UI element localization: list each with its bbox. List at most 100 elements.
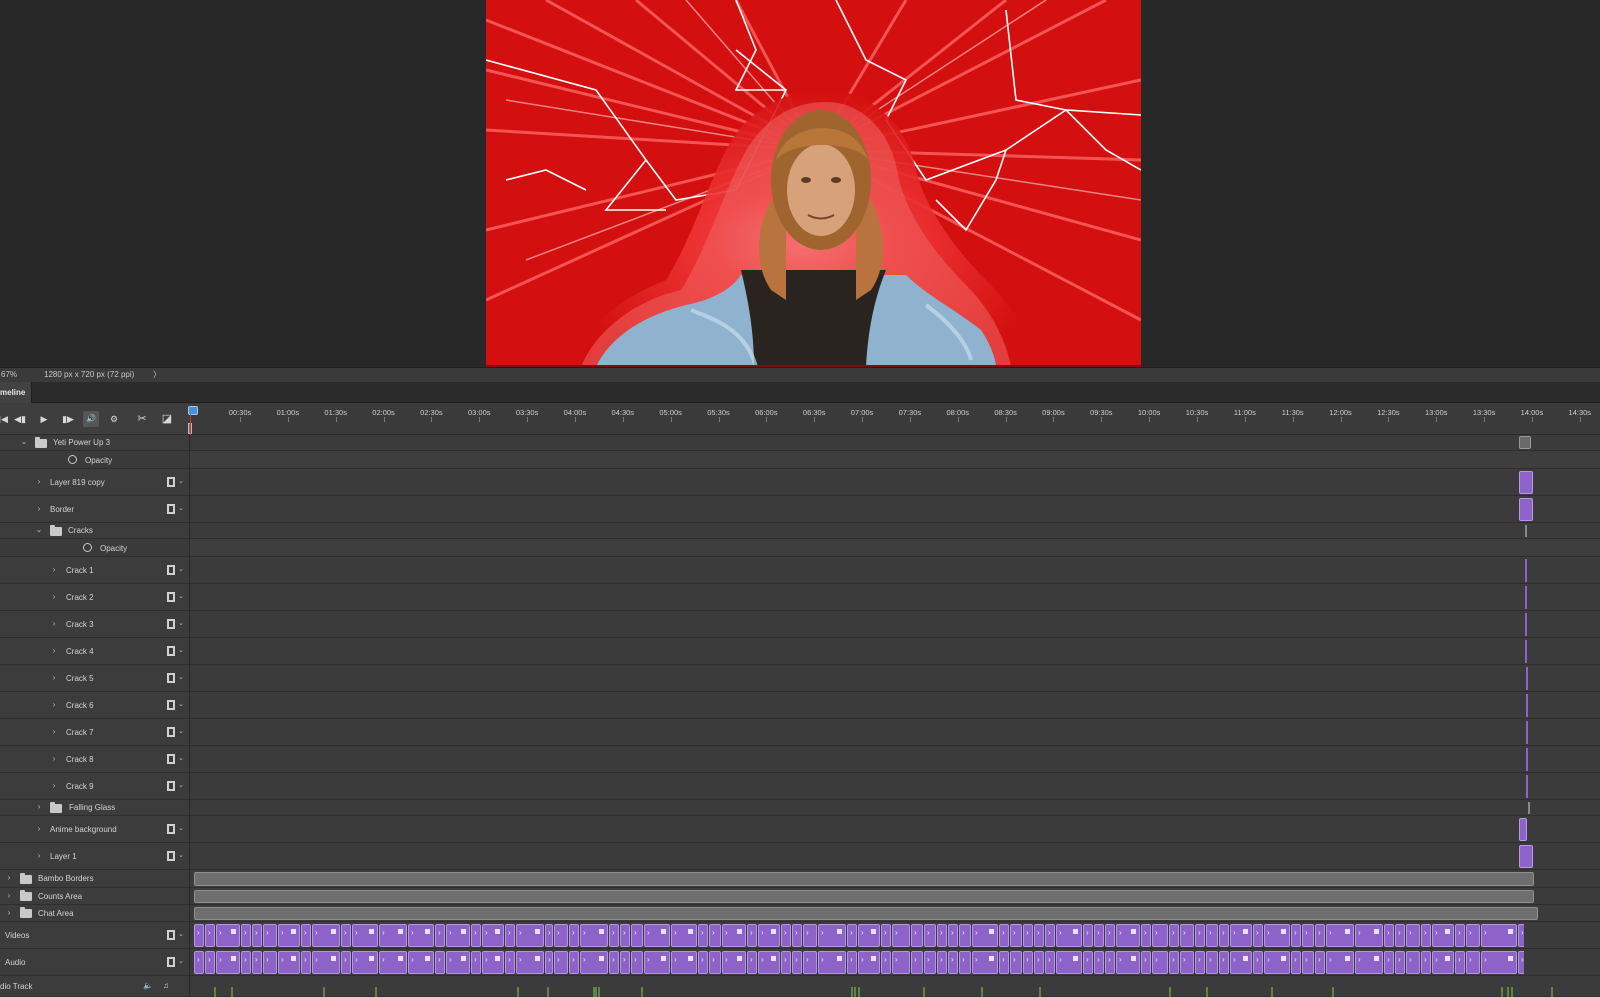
- transition-icon[interactable]: ◪: [159, 411, 175, 427]
- previous-frame-button[interactable]: ◀▮: [12, 411, 28, 427]
- media-clip[interactable]: [1395, 951, 1405, 974]
- media-clip[interactable]: [792, 951, 802, 974]
- media-clip[interactable]: [569, 951, 579, 974]
- media-clip[interactable]: [1253, 951, 1263, 974]
- media-clip[interactable]: [545, 924, 553, 947]
- play-button[interactable]: ▶: [36, 411, 52, 427]
- media-clip[interactable]: [671, 924, 697, 947]
- media-clip[interactable]: [1384, 951, 1394, 974]
- dropdown-chevron-icon[interactable]: ⌄: [178, 646, 184, 654]
- media-clip[interactable]: [1083, 924, 1093, 947]
- media-clip[interactable]: [471, 924, 481, 947]
- dropdown-chevron-icon[interactable]: ⌄: [178, 619, 184, 627]
- media-clip[interactable]: [1169, 924, 1179, 947]
- property-row-opacity[interactable]: Opacity: [0, 539, 1600, 557]
- media-clip[interactable]: [1291, 951, 1301, 974]
- media-clip[interactable]: [858, 951, 880, 974]
- media-clip[interactable]: [948, 924, 958, 947]
- media-clip[interactable]: [1105, 951, 1115, 974]
- media-clip[interactable]: [435, 924, 445, 947]
- media-clip[interactable]: [446, 951, 470, 974]
- media-clip[interactable]: [937, 924, 947, 947]
- property-row-opacity[interactable]: Opacity: [0, 451, 1600, 469]
- expand-chevron-icon[interactable]: ›: [34, 477, 44, 486]
- layer-row-crack-4[interactable]: › Crack 4 ⌄: [0, 638, 1600, 665]
- media-clip[interactable]: [1169, 951, 1179, 974]
- media-clip[interactable]: [781, 951, 791, 974]
- layer-row-counts-area[interactable]: › Counts Area: [0, 888, 1600, 905]
- film-icon[interactable]: [167, 504, 175, 514]
- media-clip[interactable]: [620, 951, 630, 974]
- dropdown-chevron-icon[interactable]: ⌄: [178, 754, 184, 762]
- media-clip[interactable]: [312, 924, 340, 947]
- clip[interactable]: [1519, 498, 1533, 521]
- expand-chevron-icon[interactable]: ›: [49, 592, 59, 601]
- clip[interactable]: [1526, 748, 1528, 771]
- dropdown-chevron-icon[interactable]: ⌄: [178, 477, 184, 485]
- layer-row-crack-1[interactable]: › Crack 1 ⌄: [0, 557, 1600, 584]
- media-clip[interactable]: [818, 924, 846, 947]
- media-clip[interactable]: [1406, 924, 1420, 947]
- media-clip[interactable]: [709, 924, 721, 947]
- expand-chevron-icon[interactable]: ›: [34, 824, 44, 833]
- media-clip[interactable]: [818, 951, 846, 974]
- media-clip[interactable]: [1518, 924, 1524, 947]
- clip[interactable]: [1525, 586, 1527, 609]
- media-clip[interactable]: [1219, 924, 1229, 947]
- media-clip[interactable]: [1094, 951, 1104, 974]
- layer-row-chat-area[interactable]: › Chat Area: [0, 905, 1600, 922]
- media-clip[interactable]: [644, 924, 670, 947]
- media-clip[interactable]: [1455, 924, 1465, 947]
- media-clip[interactable]: [1206, 924, 1218, 947]
- group-end-marker[interactable]: [1525, 525, 1527, 537]
- media-clip[interactable]: [301, 951, 311, 974]
- media-clip[interactable]: [1045, 951, 1055, 974]
- media-clip[interactable]: [1094, 924, 1104, 947]
- media-clip[interactable]: [620, 924, 630, 947]
- media-clip[interactable]: [482, 951, 504, 974]
- layer-row-border[interactable]: › Border ⌄: [0, 496, 1600, 523]
- tab-timeline[interactable]: meline: [0, 382, 33, 403]
- media-clip[interactable]: [1355, 951, 1383, 974]
- media-clip[interactable]: [1010, 924, 1022, 947]
- media-clip[interactable]: [1056, 924, 1082, 947]
- clip[interactable]: [1526, 775, 1528, 798]
- media-clip[interactable]: [1406, 951, 1420, 974]
- media-clip[interactable]: [1034, 951, 1044, 974]
- media-clip[interactable]: [241, 951, 251, 974]
- media-clip[interactable]: [972, 951, 998, 974]
- media-clip[interactable]: [312, 951, 340, 974]
- expand-chevron-icon[interactable]: ›: [4, 891, 14, 900]
- clip[interactable]: [1526, 694, 1528, 717]
- media-clip[interactable]: [803, 924, 817, 947]
- status-arrow-icon[interactable]: 〉: [153, 368, 161, 382]
- film-icon[interactable]: [167, 477, 175, 487]
- media-clip[interactable]: [722, 924, 746, 947]
- film-icon[interactable]: [167, 700, 175, 710]
- media-clip[interactable]: [505, 924, 515, 947]
- expand-chevron-icon[interactable]: ›: [34, 851, 44, 860]
- media-clip[interactable]: [999, 924, 1009, 947]
- media-clip[interactable]: [609, 951, 619, 974]
- media-clip[interactable]: [747, 951, 757, 974]
- settings-gear-icon[interactable]: ⚙: [106, 411, 122, 427]
- media-clip[interactable]: [1010, 951, 1022, 974]
- layer-row-layer-1[interactable]: › Layer 1 ⌄: [0, 843, 1600, 870]
- layer-row-crack-5[interactable]: › Crack 5 ⌄: [0, 665, 1600, 692]
- layer-row-layer-819-copy[interactable]: › Layer 819 copy ⌄: [0, 469, 1600, 496]
- film-icon[interactable]: [167, 592, 175, 602]
- media-clip[interactable]: [241, 924, 251, 947]
- media-clip[interactable]: [892, 924, 910, 947]
- dropdown-chevron-icon[interactable]: ⌄: [178, 700, 184, 708]
- media-clip[interactable]: [435, 951, 445, 974]
- media-clip[interactable]: [758, 924, 780, 947]
- layer-row-crack-7[interactable]: › Crack 7 ⌄: [0, 719, 1600, 746]
- media-clip[interactable]: [1326, 951, 1354, 974]
- layer-row-crack-2[interactable]: › Crack 2 ⌄: [0, 584, 1600, 611]
- media-clip[interactable]: [631, 924, 643, 947]
- split-scissors-icon[interactable]: ✂: [134, 411, 150, 427]
- media-clip[interactable]: [216, 924, 240, 947]
- layer-row-crack-3[interactable]: › Crack 3 ⌄: [0, 611, 1600, 638]
- group-end-marker[interactable]: [1528, 802, 1530, 814]
- film-icon[interactable]: [167, 646, 175, 656]
